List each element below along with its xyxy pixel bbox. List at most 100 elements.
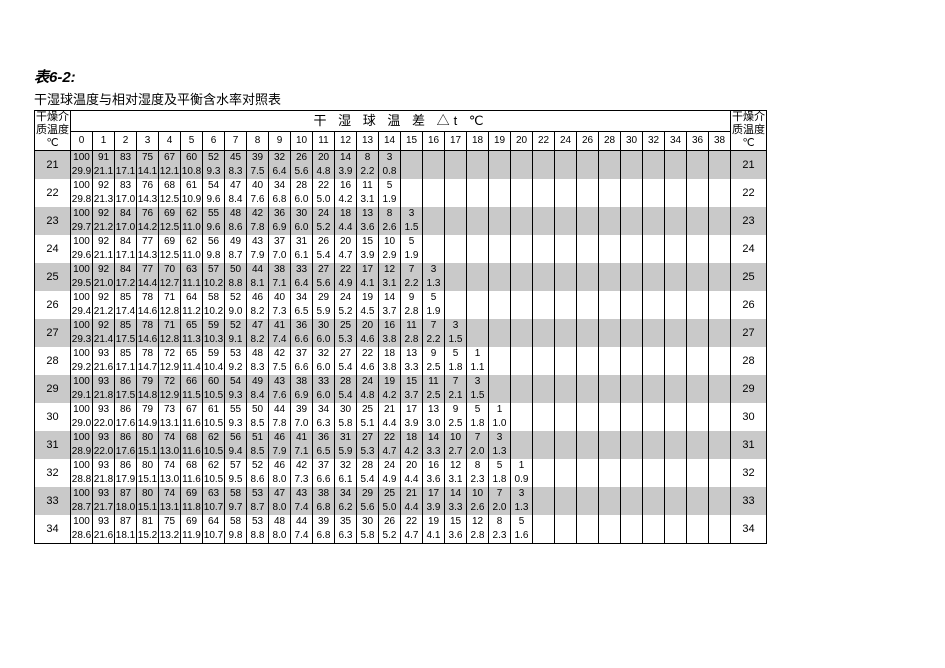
cell-value: 7: [423, 319, 445, 333]
cell-value: 1.8: [467, 417, 489, 431]
cell-value: 2.3: [467, 473, 489, 487]
cell-value: 20: [357, 319, 379, 333]
cell-value: 5: [423, 291, 445, 305]
cell-value: 21.2: [93, 305, 115, 319]
cell-value: 12.5: [159, 221, 181, 235]
cell-value: [643, 361, 665, 375]
cell-value: 22: [357, 347, 379, 361]
delta-t-col-header: 17: [445, 132, 467, 151]
cell-value: [533, 501, 555, 515]
cell-value: 81: [137, 515, 159, 529]
cell-value: [665, 403, 687, 417]
cell-value: [621, 375, 643, 389]
cell-value: [599, 179, 621, 193]
cell-value: 29.5: [71, 277, 93, 291]
cell-value: [599, 501, 621, 515]
cell-value: [555, 515, 577, 529]
cell-value: 8.8: [225, 277, 247, 291]
delta-t-col-header: 30: [621, 132, 643, 151]
delta-t-col-header: 32: [643, 132, 665, 151]
cell-value: [467, 235, 489, 249]
cell-value: 2.2: [401, 277, 423, 291]
cell-value: [599, 319, 621, 333]
cell-value: 25: [379, 487, 401, 501]
cell-value: 5.8: [335, 417, 357, 431]
cell-value: 91: [93, 151, 115, 166]
cell-value: [423, 151, 445, 166]
cell-value: 21.1: [93, 249, 115, 263]
cell-value: 100: [71, 179, 93, 193]
cell-value: [665, 277, 687, 291]
cell-value: 71: [159, 319, 181, 333]
cell-value: 12.9: [159, 389, 181, 403]
cell-value: 86: [115, 431, 137, 445]
cell-value: [489, 347, 511, 361]
cell-value: 62: [181, 235, 203, 249]
cell-value: 100: [71, 263, 93, 277]
row-temp-right: 24: [731, 235, 767, 263]
cell-value: 7.9: [269, 445, 291, 459]
cell-value: 2.6: [467, 501, 489, 515]
cell-value: [687, 305, 709, 319]
cell-value: 8.6: [247, 473, 269, 487]
cell-value: 11.1: [181, 277, 203, 291]
cell-value: 29: [313, 291, 335, 305]
cell-value: 28.7: [71, 501, 93, 515]
cell-value: 21.4: [93, 333, 115, 347]
row-temp-left: 23: [35, 207, 71, 235]
cell-value: 1.3: [489, 445, 511, 459]
cell-value: 6.8: [313, 529, 335, 544]
cell-value: 9: [423, 347, 445, 361]
cell-value: [467, 179, 489, 193]
cell-value: 11: [357, 179, 379, 193]
cell-value: 10.5: [203, 473, 225, 487]
cell-value: [489, 221, 511, 235]
delta-t-col-header: 0: [71, 132, 93, 151]
cell-value: 100: [71, 375, 93, 389]
cell-value: [599, 263, 621, 277]
cell-value: 6.4: [269, 165, 291, 179]
cell-value: 37: [269, 235, 291, 249]
cell-value: 92: [93, 179, 115, 193]
cell-value: 17.0: [115, 193, 137, 207]
right-side-header: 干燥介质温度℃: [731, 111, 767, 151]
cell-value: 38: [291, 375, 313, 389]
row-temp-left: 29: [35, 375, 71, 403]
cell-value: 18: [401, 431, 423, 445]
cell-value: [489, 207, 511, 221]
cell-value: 47: [225, 179, 247, 193]
cell-value: 5.6: [357, 501, 379, 515]
cell-value: 9.2: [225, 361, 247, 375]
cell-value: 17.6: [115, 417, 137, 431]
cell-value: [687, 319, 709, 333]
cell-value: [709, 277, 731, 291]
cell-value: [621, 529, 643, 544]
cell-value: [533, 347, 555, 361]
cell-value: 42: [269, 347, 291, 361]
cell-value: [511, 431, 533, 445]
cell-value: 72: [159, 347, 181, 361]
cell-value: 13: [401, 347, 423, 361]
cell-value: [621, 389, 643, 403]
cell-value: 73: [159, 403, 181, 417]
cell-value: 1.8: [489, 473, 511, 487]
cell-value: [401, 165, 423, 179]
cell-value: [709, 319, 731, 333]
cell-value: 59: [203, 347, 225, 361]
cell-value: 7.0: [269, 249, 291, 263]
cell-value: [665, 529, 687, 544]
cell-value: 6.0: [313, 361, 335, 375]
cell-value: [445, 305, 467, 319]
cell-value: 8.4: [225, 193, 247, 207]
cell-value: 63: [181, 263, 203, 277]
cell-value: 6.0: [313, 389, 335, 403]
cell-value: [423, 207, 445, 221]
cell-value: [643, 319, 665, 333]
cell-value: 6.9: [269, 221, 291, 235]
cell-value: 4.8: [313, 165, 335, 179]
cell-value: 6.8: [313, 501, 335, 515]
cell-value: [511, 235, 533, 249]
cell-value: [665, 417, 687, 431]
cell-value: 14.6: [137, 333, 159, 347]
cell-value: 46: [269, 459, 291, 473]
